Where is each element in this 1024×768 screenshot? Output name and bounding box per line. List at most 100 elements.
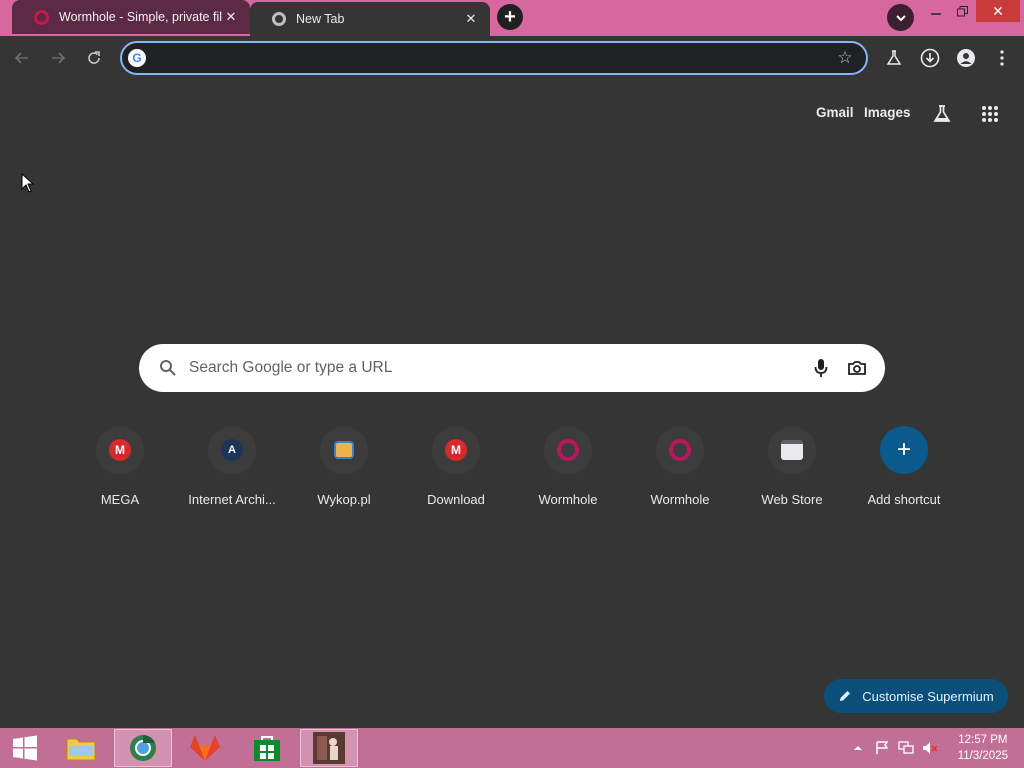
tab-new-tab[interactable]: New Tab ✕ (250, 2, 490, 36)
ntp-search-box[interactable] (139, 344, 885, 392)
windows-logo-icon (13, 735, 37, 761)
address-bar[interactable]: G ☆ (120, 41, 868, 75)
shortcut-tile: M (96, 426, 144, 474)
wormhole-icon (669, 439, 691, 461)
file-explorer-taskbar-button[interactable] (52, 729, 110, 767)
microphone-icon (814, 359, 828, 377)
shortcut-label: Download (427, 492, 485, 507)
google-icon: G (128, 49, 146, 67)
shortcut-wykop[interactable]: Wykop.pl (288, 424, 400, 507)
shortcut-wormhole[interactable]: Wormhole (624, 424, 736, 507)
restore-button[interactable] (950, 0, 974, 22)
speaker-muted-icon (923, 742, 938, 754)
shortcut-label: Add shortcut (867, 492, 941, 507)
reload-button[interactable] (80, 44, 108, 72)
flag-icon (876, 741, 889, 754)
shortcut-label: Wormhole (538, 492, 598, 507)
images-link[interactable]: Images (864, 105, 911, 120)
customise-label: Customise Supermium (862, 688, 994, 704)
mega-icon: M (109, 439, 131, 461)
gmail-link[interactable]: Gmail (816, 105, 854, 120)
supermium-taskbar-button[interactable] (114, 729, 172, 767)
minimize-button[interactable] (924, 0, 948, 22)
volume-tray[interactable] (922, 740, 938, 756)
shortcut-grid: M MEGA A Internet Archi... Wykop.pl M Do… (64, 424, 960, 507)
store-bag-icon (254, 736, 280, 761)
labs-button[interactable] (880, 44, 908, 72)
photo-thumbnail-icon (313, 732, 345, 764)
reload-icon (88, 51, 100, 64)
photo-app-taskbar-button[interactable] (300, 729, 358, 767)
store-taskbar-button[interactable] (238, 729, 296, 767)
clock-time: 12:57 PM (958, 734, 1008, 746)
mouse-cursor-icon (21, 173, 35, 193)
menu-button[interactable] (988, 44, 1016, 72)
folder-icon (66, 738, 96, 761)
toolbar: G ☆ (0, 36, 1024, 80)
tab-title: Wormhole - Simple, private file (59, 10, 222, 24)
tab-wormhole[interactable]: Wormhole - Simple, private file ✕ (12, 0, 250, 34)
start-button[interactable] (0, 729, 50, 767)
shortcut-tile (656, 426, 704, 474)
pencil-icon (840, 691, 851, 701)
shortcut-internet-archive[interactable]: A Internet Archi... (176, 424, 288, 507)
tab-search-button[interactable] (887, 4, 914, 31)
flask-icon (886, 50, 902, 65)
shortcut-label: Web Store (761, 492, 823, 507)
profile-button[interactable] (952, 44, 980, 72)
taskbar: 12:57 PM 11/3/2025 (0, 728, 1024, 768)
restore-icon (956, 5, 968, 16)
network-tray[interactable] (898, 740, 914, 756)
show-hidden-icons-button[interactable] (850, 740, 866, 756)
tab-close-icon[interactable]: ✕ (222, 8, 240, 26)
fox-logo-icon (190, 735, 220, 761)
downloads-button[interactable] (916, 44, 944, 72)
wykop-icon (334, 441, 354, 459)
image-search-button[interactable] (839, 350, 875, 386)
shortcut-tile: M (432, 426, 480, 474)
more-vertical-icon (1000, 50, 1004, 66)
shortcut-wormhole[interactable]: Wormhole (512, 424, 624, 507)
shortcut-download[interactable]: M Download (400, 424, 512, 507)
tab-close-icon[interactable]: ✕ (462, 10, 480, 28)
back-button[interactable] (8, 44, 36, 72)
action-center-tray[interactable] (874, 740, 890, 756)
network-icon (898, 741, 914, 754)
flask-icon (933, 105, 951, 122)
add-shortcut-button[interactable]: + Add shortcut (848, 424, 960, 507)
chevron-down-icon (895, 14, 906, 21)
arrow-left-icon (14, 52, 28, 64)
shortcut-tile (544, 426, 592, 474)
internet-archive-icon: A (221, 439, 243, 461)
close-icon: ✕ (992, 2, 1004, 19)
download-icon (920, 48, 940, 68)
mega-icon: M (445, 439, 467, 461)
new-tab-button[interactable]: + (497, 4, 523, 30)
google-apps-button[interactable] (978, 102, 1002, 126)
system-clock[interactable]: 12:57 PM 11/3/2025 (958, 732, 1008, 764)
voice-search-button[interactable] (803, 350, 839, 386)
close-window-button[interactable]: ✕ (976, 0, 1020, 22)
ntp-search-input[interactable] (189, 359, 803, 377)
address-input[interactable] (156, 50, 830, 66)
shortcut-label: Wormhole (650, 492, 710, 507)
shortcut-tile (320, 426, 368, 474)
forward-button[interactable] (44, 44, 72, 72)
gitlab-taskbar-button[interactable] (176, 729, 234, 767)
shortcut-tile (768, 426, 816, 474)
chrome-favicon-icon (272, 12, 286, 26)
web-store-icon (781, 440, 803, 460)
minimize-icon (931, 13, 941, 15)
chevron-up-icon (854, 746, 862, 750)
shortcut-web-store[interactable]: Web Store (736, 424, 848, 507)
bookmark-star-icon[interactable]: ☆ (830, 43, 860, 73)
arrow-right-icon (52, 52, 66, 64)
avatar-icon (957, 49, 975, 67)
labs-ntp-button[interactable] (930, 102, 954, 126)
shortcut-mega[interactable]: M MEGA (64, 424, 176, 507)
search-icon (160, 360, 176, 376)
tab-title: New Tab (296, 12, 345, 26)
customise-button[interactable]: Customise Supermium (824, 679, 1008, 713)
shortcut-label: MEGA (100, 492, 140, 507)
supermium-browser-icon (130, 735, 156, 761)
